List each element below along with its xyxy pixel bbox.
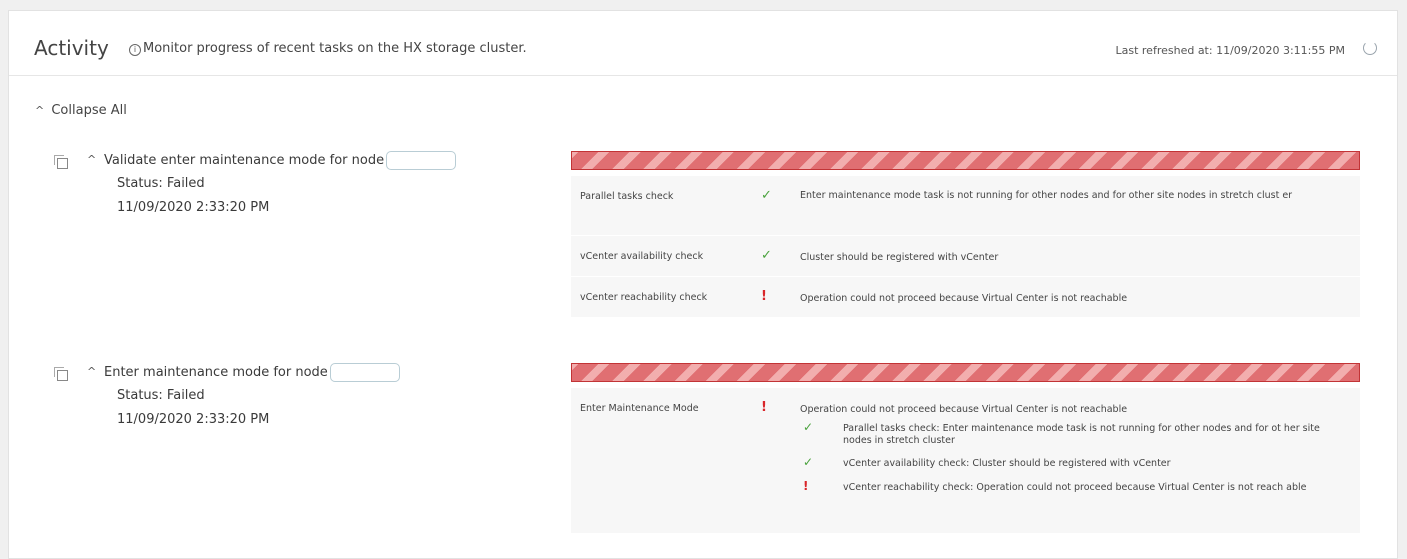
subcheck-message: vCenter availability check: Cluster shou… bbox=[843, 458, 1171, 469]
task-timestamp: 11/09/2020 2:33:20 PM bbox=[117, 200, 270, 215]
check-list: Enter Maintenance Mode ! Operation could… bbox=[571, 388, 1360, 534]
activity-panel: Activity i Monitor progress of recent ta… bbox=[8, 10, 1398, 559]
subcheck-message: vCenter reachability check: Operation co… bbox=[843, 482, 1307, 493]
chevron-up-icon[interactable]: ^ bbox=[87, 153, 96, 166]
check-message: Enter maintenance mode task is not runni… bbox=[800, 190, 1293, 201]
chevron-up-icon[interactable]: ^ bbox=[87, 365, 96, 378]
node-name-field bbox=[386, 151, 457, 170]
chevron-up-icon: ^ bbox=[35, 104, 45, 117]
check-fail-icon: ! bbox=[803, 479, 809, 493]
check-fail-icon: ! bbox=[761, 400, 767, 415]
copy-icon[interactable] bbox=[54, 155, 68, 169]
check-message: Operation could not proceed because Virt… bbox=[800, 404, 1128, 415]
check-message: Operation could not proceed because Virt… bbox=[800, 293, 1128, 304]
task-status: Status: Failed bbox=[117, 388, 205, 403]
page-title: Activity bbox=[34, 36, 109, 60]
info-icon: i bbox=[129, 44, 141, 56]
copy-icon[interactable] bbox=[54, 367, 68, 381]
check-fail-icon: ! bbox=[761, 289, 767, 304]
check-row: Enter Maintenance Mode ! Operation could… bbox=[571, 388, 1360, 533]
check-row: vCenter reachability check ! Operation c… bbox=[571, 277, 1360, 317]
check-name: vCenter availability check bbox=[580, 251, 704, 262]
panel-header: Activity i Monitor progress of recent ta… bbox=[9, 11, 1397, 76]
page-subtitle: Monitor progress of recent tasks on the … bbox=[143, 41, 527, 56]
task-name: Validate enter maintenance mode for node bbox=[104, 151, 457, 170]
check-name: Enter Maintenance Mode bbox=[580, 403, 699, 414]
check-name: vCenter reachability check bbox=[580, 292, 708, 303]
check-ok-icon: ✓ bbox=[803, 420, 814, 434]
task-name: Enter maintenance mode for node bbox=[104, 363, 400, 382]
check-list: Parallel tasks check ✓ Enter maintenance… bbox=[571, 176, 1360, 318]
subcheck-message: Parallel tasks check: Enter maintenance … bbox=[843, 423, 1320, 446]
task-progress-bar bbox=[571, 363, 1360, 382]
check-ok-icon: ✓ bbox=[761, 248, 772, 263]
last-refreshed-label: Last refreshed at: 11/09/2020 3:11:55 PM bbox=[1115, 44, 1345, 57]
collapse-all-toggle[interactable]: ^ Collapse All bbox=[35, 103, 127, 118]
task-progress-bar bbox=[571, 151, 1360, 170]
task-status: Status: Failed bbox=[117, 176, 205, 191]
refresh-icon[interactable] bbox=[1363, 41, 1377, 55]
check-message: Cluster should be registered with vCente… bbox=[800, 252, 999, 263]
task-timestamp: 11/09/2020 2:33:20 PM bbox=[117, 412, 270, 427]
collapse-all-label: Collapse All bbox=[51, 103, 127, 118]
check-row: Parallel tasks check ✓ Enter maintenance… bbox=[571, 176, 1360, 235]
check-name: Parallel tasks check bbox=[580, 191, 674, 202]
check-ok-icon: ✓ bbox=[803, 455, 814, 469]
check-ok-icon: ✓ bbox=[761, 188, 772, 203]
node-name-field bbox=[329, 363, 400, 382]
check-row: vCenter availability check ✓ Cluster sho… bbox=[571, 236, 1360, 276]
